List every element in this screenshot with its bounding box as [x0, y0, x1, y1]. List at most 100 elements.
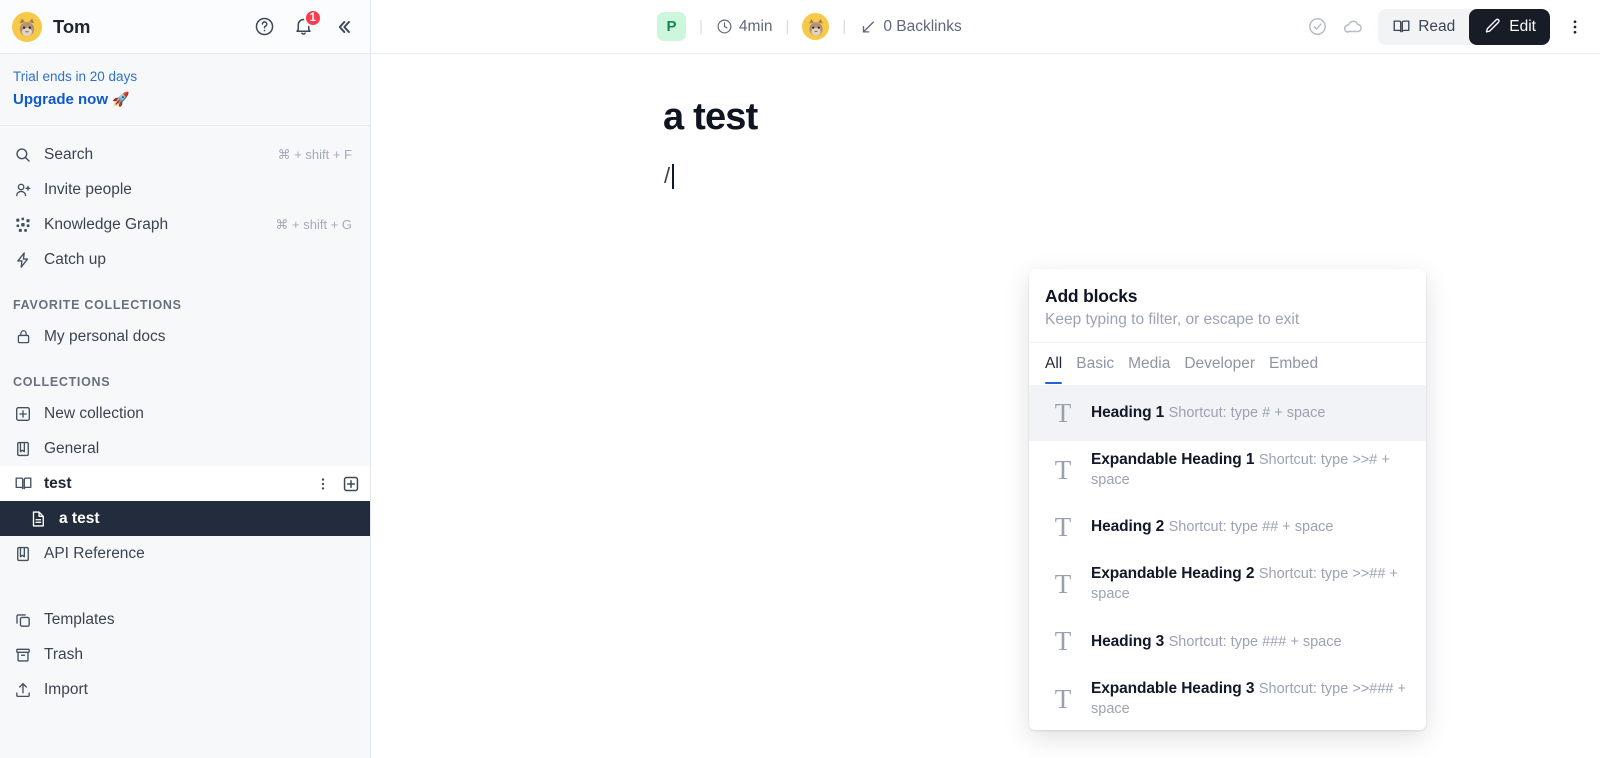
trial-status: Trial ends in 20 days: [13, 69, 138, 84]
more-options-icon[interactable]: [1566, 18, 1584, 36]
cat-avatar-icon: [803, 14, 828, 39]
clock-icon: [716, 18, 733, 35]
sidebar-item-label: Invite people: [44, 180, 132, 198]
topbar-meta: P | 4min | | 0 Backlinks: [657, 12, 962, 41]
app-root: Tom 1 Trial ends in 20 days Upgrade now …: [0, 0, 1600, 758]
slash-command-text: /: [664, 163, 671, 188]
upgrade-now-link[interactable]: Upgrade now 🚀: [13, 89, 354, 111]
sidebar-collection-test[interactable]: test: [0, 466, 370, 502]
sidebar-item-label: test: [44, 474, 72, 492]
import-icon: [13, 680, 33, 700]
page-badge[interactable]: P: [657, 12, 686, 41]
tab-all[interactable]: All: [1045, 344, 1063, 384]
block-option-expandable-heading-1[interactable]: T Expandable Heading 1 Shortcut: type >>…: [1029, 441, 1426, 499]
tab-basic[interactable]: Basic: [1076, 344, 1114, 384]
sidebar-item-catch-up[interactable]: Catch up: [0, 242, 370, 277]
knowledge-graph-icon: [13, 215, 33, 235]
avatar[interactable]: [12, 11, 42, 42]
edit-mode-label: Edit: [1509, 17, 1536, 35]
sidebar-item-label: My personal docs: [44, 327, 166, 345]
notifications-icon[interactable]: 1: [293, 9, 322, 37]
sidebar-item-import[interactable]: Import: [0, 672, 370, 707]
templates-icon: [13, 610, 33, 630]
add-blocks-title: Add blocks: [1045, 286, 1138, 306]
text-T-icon: T: [1054, 626, 1072, 657]
lock-icon: [13, 327, 33, 347]
backlink-arrow-icon: [859, 18, 877, 36]
tab-embed[interactable]: Embed: [1269, 344, 1318, 384]
sidebar-item-templates[interactable]: Templates: [0, 602, 370, 637]
text-caret: [672, 164, 674, 189]
sidebar-item-search[interactable]: Search ⌘ + shift + F: [0, 137, 370, 172]
backlinks[interactable]: 0 Backlinks: [859, 18, 962, 36]
tab-developer[interactable]: Developer: [1184, 344, 1255, 384]
sidebar-item-label: Search: [44, 145, 94, 163]
add-document-icon[interactable]: [342, 475, 360, 493]
block-option-name: Expandable Heading 2: [1091, 565, 1255, 583]
block-option-name: Heading 2: [1091, 518, 1165, 536]
sidebar-item-label: Import: [44, 680, 88, 698]
text-T-icon: T: [1054, 454, 1072, 485]
text-T-icon: T: [1054, 683, 1072, 714]
block-option-heading-1[interactable]: T Heading 1 Shortcut: type # + space: [1029, 385, 1426, 441]
sidebar-item-api-reference[interactable]: API Reference: [0, 536, 370, 571]
document-area[interactable]: a test / Add blocks Keep typing to filte…: [371, 54, 1600, 758]
trial-banner: Trial ends in 20 days Upgrade now 🚀: [0, 54, 370, 127]
book-closed-icon: [13, 439, 33, 459]
help-icon[interactable]: [254, 16, 275, 37]
block-option-name: Heading 1: [1091, 403, 1165, 421]
cat-avatar-icon: [14, 13, 40, 40]
topbar-actions: Read Edit: [1307, 8, 1584, 45]
collaborator-avatar[interactable]: [802, 13, 830, 40]
text-T-icon: T: [1054, 569, 1072, 600]
block-option-texts: Expandable Heading 1 Shortcut: type >># …: [1091, 450, 1410, 490]
kebab-menu-icon[interactable]: [315, 476, 331, 492]
block-option-expandable-heading-2[interactable]: T Expandable Heading 2 Shortcut: type >>…: [1029, 555, 1426, 613]
block-option-name: Expandable Heading 1: [1091, 451, 1255, 468]
trash-icon: [13, 645, 33, 665]
sidebar-item-knowledge-graph[interactable]: Knowledge Graph ⌘ + shift + G: [0, 207, 370, 242]
sidebar-item-general[interactable]: General: [0, 431, 370, 466]
sidebar-header-actions: 1: [254, 9, 354, 38]
cloud-icon[interactable]: [1342, 16, 1364, 38]
topbar: P | 4min | | 0 Backlinks Read Edit: [371, 0, 1600, 54]
sidebar-item-label: Knowledge Graph: [44, 215, 169, 233]
block-option-expandable-heading-3[interactable]: T Expandable Heading 3 Shortcut: type >>…: [1029, 670, 1426, 728]
collapse-sidebar-icon[interactable]: [332, 16, 354, 38]
favorite-collections-heading: FAVORITE COLLECTIONS: [13, 298, 182, 313]
divider: |: [785, 18, 790, 35]
read-mode-label: Read: [1418, 17, 1456, 35]
sidebar-item-invite-people[interactable]: Invite people: [0, 172, 370, 207]
page-title[interactable]: a test: [663, 96, 1600, 139]
block-option-heading-3[interactable]: T Heading 3 Shortcut: type ### + space: [1029, 614, 1426, 670]
block-option-heading-2[interactable]: T Heading 2 Shortcut: type ## + space: [1029, 499, 1426, 555]
sidebar-item-label: General: [44, 439, 100, 457]
sidebar-item-my-personal-docs[interactable]: My personal docs: [0, 319, 370, 354]
read-mode-button[interactable]: Read: [1378, 9, 1469, 45]
collection-row-actions: [315, 475, 360, 493]
add-blocks-subtitle: Keep typing to filter, or escape to exit: [1045, 311, 1300, 328]
tab-media[interactable]: Media: [1128, 344, 1170, 384]
view-mode-group: Read Edit: [1378, 8, 1550, 45]
sidebar-item-trash[interactable]: Trash: [0, 637, 370, 672]
divider: |: [842, 18, 847, 35]
check-circle-icon[interactable]: [1307, 16, 1328, 37]
add-blocks-tabs: All Basic Media Developer Embed: [1029, 342, 1426, 385]
sidebar-item-label: Trash: [44, 645, 84, 663]
catch-up-icon: [13, 250, 33, 270]
sidebar-nav: Search ⌘ + shift + F Invite people Knowl…: [0, 126, 370, 707]
sidebar-document-a-test[interactable]: a test: [0, 501, 370, 537]
document-editor-line[interactable]: /: [664, 163, 704, 193]
sidebar: Tom 1 Trial ends in 20 days Upgrade now …: [0, 0, 371, 758]
invite-people-icon: [13, 180, 33, 200]
pencil-icon: [1483, 17, 1502, 36]
edit-mode-button[interactable]: Edit: [1469, 8, 1550, 45]
block-option-texts: Expandable Heading 3 Shortcut: type >>##…: [1091, 679, 1410, 719]
sidebar-item-new-collection[interactable]: New collection: [0, 396, 370, 431]
add-blocks-popup: Add blocks Keep typing to filter, or esc…: [1029, 269, 1426, 731]
user-name: Tom: [53, 15, 91, 37]
main-area: P | 4min | | 0 Backlinks Read Edit a tes…: [371, 0, 1600, 758]
read-time: 4min: [716, 18, 773, 36]
block-option-name: Expandable Heading 3: [1091, 679, 1255, 697]
